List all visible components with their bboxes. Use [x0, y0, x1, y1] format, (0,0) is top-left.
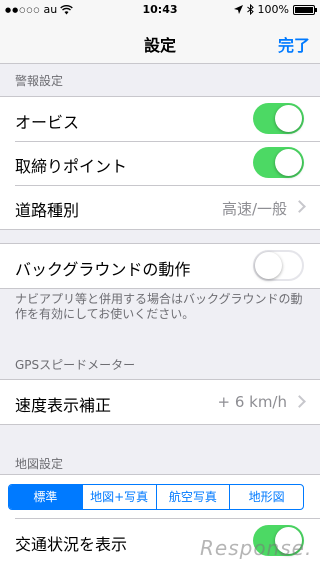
battery-percent: 100%: [257, 3, 289, 16]
segment-map-photo[interactable]: 地図+写真: [81, 485, 156, 509]
gps-section-header: GPSスピードメーター: [15, 358, 136, 372]
background-group: バックグラウンドの動作: [0, 243, 320, 289]
speed-correction-label: 速度表示補正: [15, 396, 112, 415]
map-section-header: 地図設定: [15, 457, 64, 471]
enforcement-point-row: 取締りポイント: [0, 141, 320, 185]
chevron-right-icon: [293, 395, 306, 408]
navigation-bar: 設定 完了: [0, 20, 320, 64]
orbis-row: オービス: [0, 97, 320, 141]
speed-correction-value: + 6 km/h: [217, 393, 287, 411]
toggle-knob: [275, 149, 302, 176]
background-operation-row: バックグラウンドの動作: [0, 244, 320, 288]
enforcement-point-label: 取締りポイント: [15, 157, 128, 176]
road-type-row[interactable]: 道路種別 高速/一般: [0, 185, 320, 229]
toggle-knob: [255, 252, 282, 279]
orbis-label: オービス: [15, 113, 80, 132]
road-type-label: 道路種別: [15, 201, 80, 220]
watermark-logo: Response.: [200, 536, 313, 560]
alert-section-header: 警報設定: [15, 74, 64, 88]
segment-standard[interactable]: 標準: [9, 485, 82, 509]
speed-correction-row[interactable]: 速度表示補正 + 6 km/h: [0, 380, 320, 424]
toggle-knob: [275, 105, 302, 132]
map-type-segmented-control: 標準 地図+写真 航空写真 地形図: [8, 484, 304, 510]
battery-fill: [295, 6, 313, 13]
traffic-label: 交通状況を表示: [15, 535, 128, 554]
background-footnote: ナビアプリ等と併用する場合はバックグラウンドの動作を有効にしてお使いください。: [15, 292, 303, 321]
background-operation-label: バックグラウンドの動作: [15, 260, 191, 279]
segment-aerial-photo[interactable]: 航空写真: [155, 485, 230, 509]
gps-settings-group: 速度表示補正 + 6 km/h: [0, 379, 320, 425]
orbis-toggle[interactable]: [253, 103, 304, 134]
status-icons: 100%: [233, 3, 317, 16]
enforcement-point-toggle[interactable]: [253, 147, 304, 178]
background-operation-toggle[interactable]: [253, 250, 304, 281]
alert-settings-group: オービス 取締りポイント 道路種別 高速/一般: [0, 96, 320, 230]
road-type-value: 高速/一般: [221, 200, 287, 218]
done-button[interactable]: 完了: [278, 32, 310, 56]
page-title: 設定: [143, 36, 176, 55]
segment-terrain[interactable]: 地形図: [229, 485, 303, 509]
battery-icon: [293, 4, 317, 15]
bluetooth-icon: [246, 4, 254, 15]
status-bar: ●●○○○ au 10:43 100%: [0, 0, 320, 20]
chevron-right-icon: [293, 200, 306, 213]
location-arrow-icon: [233, 5, 243, 14]
